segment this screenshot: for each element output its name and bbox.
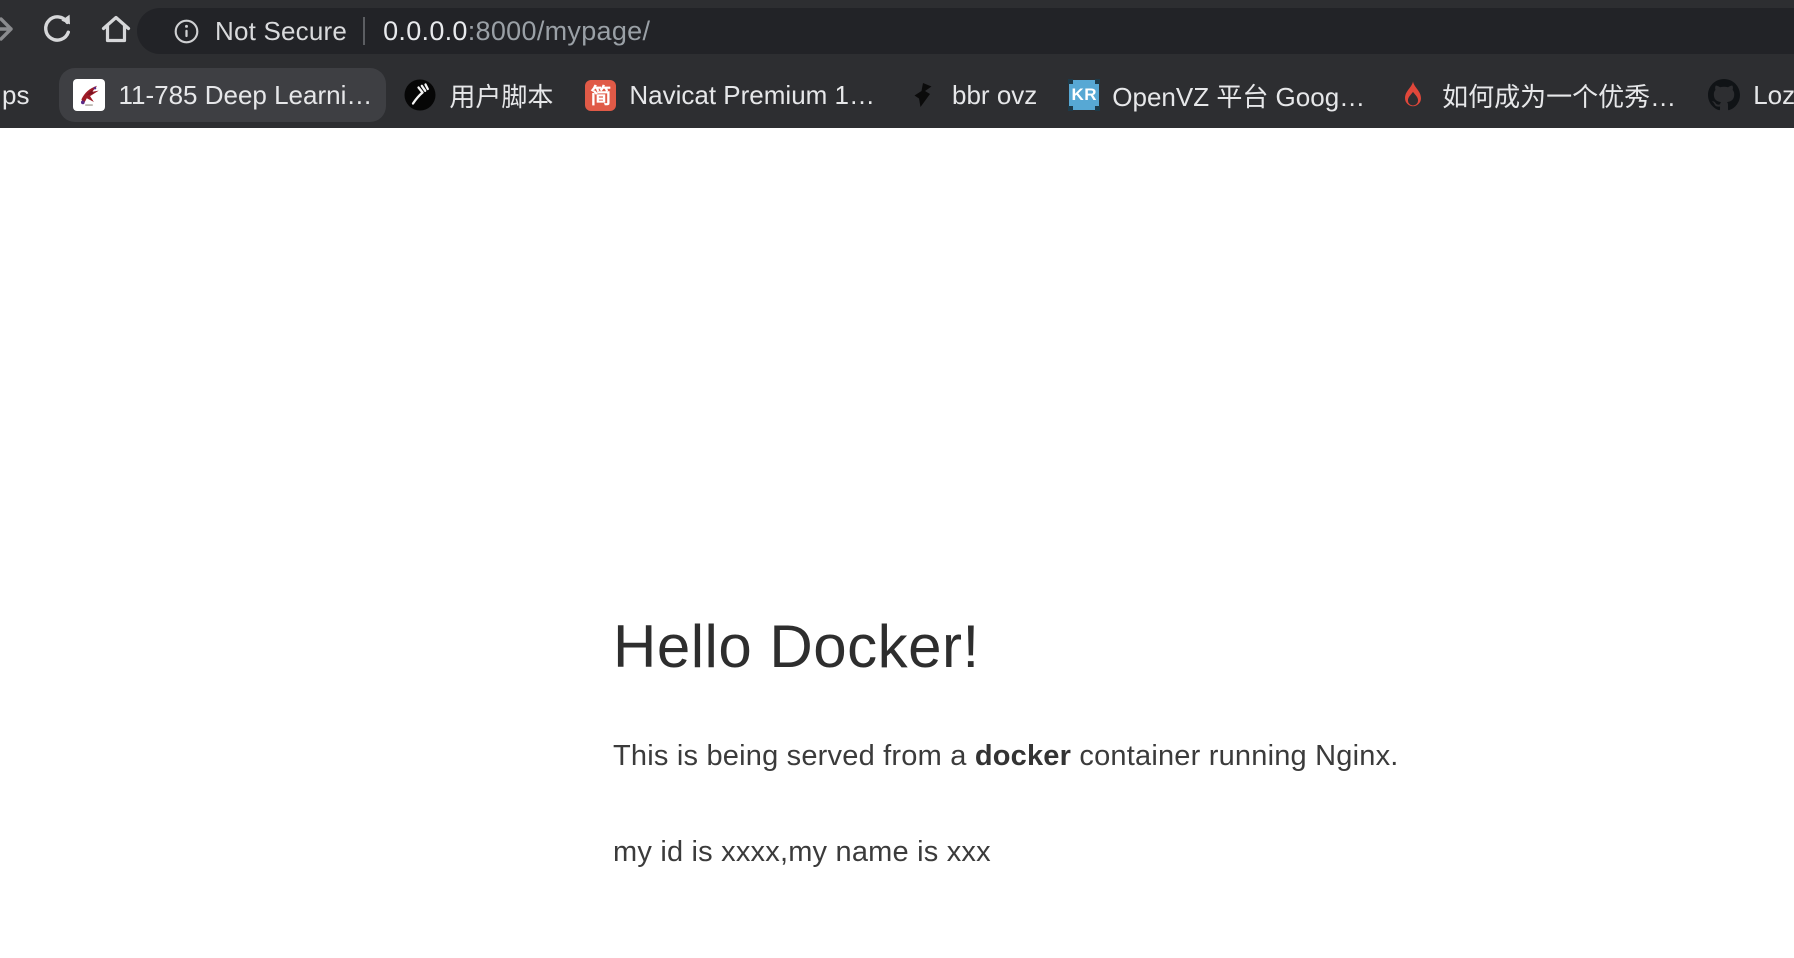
url-path: :8000/mypage/ [468, 16, 651, 46]
page-content: Hello Docker! This is being served from … [0, 128, 1794, 958]
bookmark-label: 如何成为一个优秀… [1442, 77, 1676, 114]
bookmark-label: Navicat Premium 1… [629, 80, 875, 111]
id-line: my id is xxxx,my name is xxx [613, 832, 1513, 873]
served-line: This is being served from a docker conta… [613, 736, 1513, 777]
home-button[interactable] [96, 11, 136, 51]
info-icon[interactable] [173, 18, 200, 45]
bookmark-label: bbr ovz [952, 80, 1037, 111]
bird-favicon [73, 79, 105, 111]
reload-button[interactable] [37, 11, 77, 51]
bookmark-partial-label[interactable]: ps [2, 80, 29, 111]
bookmark-label: 用户脚本 [449, 77, 553, 114]
bookmarks-bar: ps 11-785 Deep Learni… [0, 62, 1794, 128]
reload-icon [37, 9, 77, 54]
served-line-suffix: container running Nginx. [1071, 740, 1398, 772]
url-host: 0.0.0.0 [383, 16, 468, 46]
forward-arrow-icon [0, 9, 20, 54]
greasyfork-icon [404, 79, 436, 111]
dark-blob-icon [907, 79, 939, 111]
forward-button[interactable] [0, 11, 20, 51]
bookmark-label: Lozy/dante [1753, 80, 1794, 111]
jianshu-icon: 简 [585, 80, 616, 111]
home-icon [96, 9, 136, 54]
bookmark-item-navicat[interactable]: 简 Navicat Premium 1… [571, 69, 889, 122]
url-text[interactable]: 0.0.0.0:8000/mypage/ [383, 16, 650, 47]
bookmark-item-github-lozy[interactable]: Lozy/dante [1694, 68, 1794, 122]
bookmark-item-excellent[interactable]: 如何成为一个优秀… [1383, 66, 1690, 125]
served-line-bold: docker [975, 740, 1071, 772]
page-title: Hello Docker! [613, 612, 1513, 681]
browser-chrome: Not Secure 0.0.0.0:8000/mypage/ ps 11-78… [0, 0, 1794, 128]
bookmark-item-openvz[interactable]: KR OpenVZ 平台 Goog… [1055, 66, 1379, 125]
kr-badge-text: KR [1072, 85, 1098, 105]
bookmark-item-userscripts[interactable]: 用户脚本 [390, 66, 567, 125]
flame-icon [1397, 79, 1429, 111]
bookmark-label: 11-785 Deep Learni… [118, 80, 372, 111]
address-bar[interactable]: Not Secure 0.0.0.0:8000/mypage/ [137, 8, 1794, 54]
bookmark-item-bbr-ovz[interactable]: bbr ovz [893, 68, 1051, 122]
github-icon [1708, 79, 1740, 111]
bookmark-item-deep-learning[interactable]: 11-785 Deep Learni… [59, 68, 386, 122]
security-label[interactable]: Not Secure [215, 16, 347, 47]
kr-badge-icon: KR [1069, 80, 1099, 110]
browser-toolbar: Not Secure 0.0.0.0:8000/mypage/ [0, 0, 1794, 62]
served-line-prefix: This is being served from a [613, 740, 975, 772]
omnibox-divider [363, 17, 365, 45]
bookmark-label: OpenVZ 平台 Goog… [1112, 77, 1365, 114]
